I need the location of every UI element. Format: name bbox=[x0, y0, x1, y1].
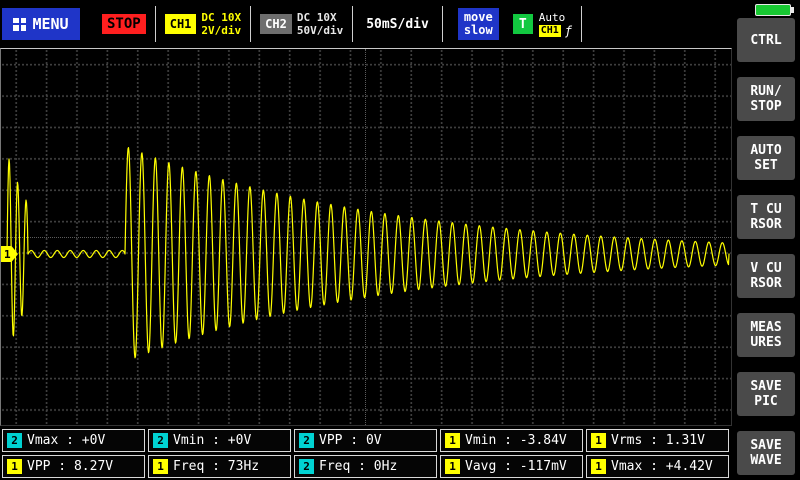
ch1-badge: CH1 bbox=[165, 14, 197, 34]
trigger-edge-icon: ƒ bbox=[565, 25, 572, 37]
measurement-value: Vmax : +0V bbox=[27, 433, 105, 448]
move-speed-button[interactable]: move slow bbox=[458, 8, 499, 40]
trigger-mode: Auto bbox=[539, 12, 572, 24]
measurement-value: Vmax : +4.42V bbox=[611, 459, 713, 474]
ch1-trace bbox=[1, 148, 729, 358]
measures-button[interactable]: MEAS URES bbox=[737, 313, 795, 357]
save-wave-button[interactable]: SAVE WAVE bbox=[737, 431, 795, 475]
channel2-settings[interactable]: CH2 DC 10X 50V/div bbox=[260, 11, 343, 37]
measurement-box: 2 Vmax : +0V bbox=[2, 429, 145, 452]
ch1-coupling: DC 10X bbox=[201, 11, 241, 24]
measurements-row-2: 1 VPP : 8.27V 1 Freq : 73Hz 2 Freq : 0Hz… bbox=[2, 455, 732, 478]
trigger-info: Auto CH1 ƒ bbox=[539, 12, 572, 37]
trigger-settings[interactable]: T Auto CH1 ƒ bbox=[513, 12, 572, 37]
ch2-badge: CH2 bbox=[260, 14, 292, 34]
oscilloscope-screen: MENU STOP CH1 DC 10X 2V/div CH2 DC 10X 5… bbox=[0, 0, 800, 480]
measurement-value: Vrms : 1.31V bbox=[611, 433, 705, 448]
ch2-info: DC 10X 50V/div bbox=[297, 11, 343, 37]
measurement-box: 1 Vavg : -117mV bbox=[440, 455, 583, 478]
measurement-box: 1 Vrms : 1.31V bbox=[586, 429, 729, 452]
separator bbox=[155, 6, 156, 42]
measurement-box: 1 VPP : 8.27V bbox=[2, 455, 145, 478]
save-pic-button[interactable]: SAVE PIC bbox=[737, 372, 795, 416]
measurement-value: Vavg : -117mV bbox=[465, 459, 567, 474]
stop-status-badge: STOP bbox=[102, 14, 146, 34]
measurement-value: Freq : 0Hz bbox=[319, 459, 397, 474]
sidebar: CTRL RUN/ STOP AUTO SET T CU RSOR V CU R… bbox=[732, 0, 800, 480]
ch2-scale: 50V/div bbox=[297, 24, 343, 37]
measurement-value: Vmin : -3.84V bbox=[465, 433, 567, 448]
run-stop-button[interactable]: RUN/ STOP bbox=[737, 77, 795, 121]
measurement-value: VPP : 8.27V bbox=[27, 459, 113, 474]
measurement-box: 1 Vmax : +4.42V bbox=[586, 455, 729, 478]
ctrl-button[interactable]: CTRL bbox=[737, 18, 795, 62]
trigger-badge: T bbox=[513, 14, 533, 34]
trigger-source-badge: CH1 bbox=[539, 25, 561, 37]
measurement-value: Vmin : +0V bbox=[173, 433, 251, 448]
battery-icon bbox=[755, 4, 791, 16]
v-cursor-button[interactable]: V CU RSOR bbox=[737, 254, 795, 298]
measurements-row-1: 2 Vmax : +0V 2 Vmin : +0V 2 VPP : 0V 1 V… bbox=[2, 429, 732, 452]
measurement-box: 1 Vmin : -3.84V bbox=[440, 429, 583, 452]
auto-set-button[interactable]: AUTO SET bbox=[737, 136, 795, 180]
channel-badge: 1 bbox=[591, 433, 606, 448]
channel-badge: 1 bbox=[7, 459, 22, 474]
channel-badge: 1 bbox=[153, 459, 168, 474]
ch1-scale: 2V/div bbox=[201, 24, 241, 37]
channel-badge: 1 bbox=[445, 433, 460, 448]
menu-label: MENU bbox=[32, 15, 68, 33]
channel-badge: 1 bbox=[591, 459, 606, 474]
channel-badge: 2 bbox=[299, 459, 314, 474]
channel1-settings[interactable]: CH1 DC 10X 2V/div bbox=[165, 11, 241, 37]
trigger-source-row: CH1 ƒ bbox=[539, 25, 572, 37]
separator bbox=[581, 6, 582, 42]
separator bbox=[250, 6, 251, 42]
measurement-value: Freq : 73Hz bbox=[173, 459, 259, 474]
scope-grid: 1 bbox=[0, 48, 732, 426]
measurement-box: 2 VPP : 0V bbox=[294, 429, 437, 452]
separator bbox=[352, 6, 353, 42]
ch2-coupling: DC 10X bbox=[297, 11, 343, 24]
timebase-readout: 50mS/div bbox=[366, 17, 429, 32]
measurement-box: 2 Freq : 0Hz bbox=[294, 455, 437, 478]
channel-badge: 2 bbox=[7, 433, 22, 448]
measurements-panel: 2 Vmax : +0V 2 Vmin : +0V 2 VPP : 0V 1 V… bbox=[0, 426, 732, 480]
t-cursor-button[interactable]: T CU RSOR bbox=[737, 195, 795, 239]
menu-button[interactable]: MENU bbox=[2, 8, 80, 40]
ch1-info: DC 10X 2V/div bbox=[201, 11, 241, 37]
measurement-box: 1 Freq : 73Hz bbox=[148, 455, 291, 478]
top-bar: MENU STOP CH1 DC 10X 2V/div CH2 DC 10X 5… bbox=[0, 0, 732, 48]
measurement-value: VPP : 0V bbox=[319, 433, 382, 448]
waveform bbox=[1, 49, 731, 425]
move-speed-line2: slow bbox=[464, 24, 493, 37]
channel-badge: 2 bbox=[299, 433, 314, 448]
channel-badge: 2 bbox=[153, 433, 168, 448]
separator bbox=[442, 6, 443, 42]
menu-grid-icon bbox=[13, 18, 26, 31]
measurement-box: 2 Vmin : +0V bbox=[148, 429, 291, 452]
channel-badge: 1 bbox=[445, 459, 460, 474]
main-column: MENU STOP CH1 DC 10X 2V/div CH2 DC 10X 5… bbox=[0, 0, 732, 480]
